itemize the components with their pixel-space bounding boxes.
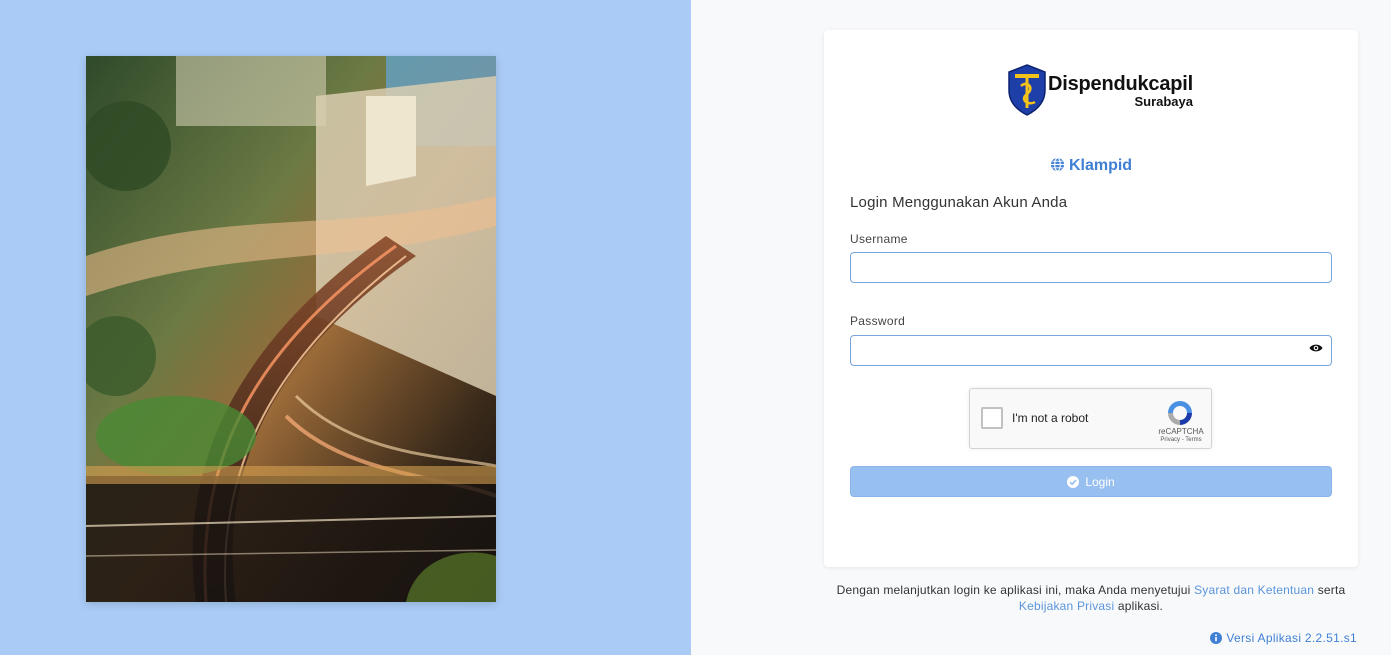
privacy-link[interactable]: Kebijakan Privasi bbox=[1019, 599, 1114, 613]
city-photo bbox=[86, 56, 496, 602]
app-version: Versi Aplikasi 2.2.51.s1 bbox=[1210, 631, 1357, 645]
login-button-label: Login bbox=[1085, 474, 1115, 489]
terms-text-middle: serta bbox=[1317, 583, 1346, 597]
password-label: Password bbox=[850, 314, 906, 328]
city-night-image bbox=[86, 56, 496, 602]
recaptcha-widget: I'm not a robot reCAPTCHA Privacy - Term… bbox=[969, 388, 1212, 449]
login-button[interactable]: Login bbox=[850, 466, 1332, 497]
location-label: Klampid bbox=[824, 157, 1358, 175]
eye-icon[interactable] bbox=[1309, 343, 1323, 353]
terms-link[interactable]: Syarat dan Ketentuan bbox=[1194, 583, 1314, 597]
surabaya-emblem-icon bbox=[1008, 64, 1046, 116]
recaptcha-links[interactable]: Privacy - Terms bbox=[1146, 437, 1216, 443]
brand-logo: Dispendukcapil Surabaya bbox=[1007, 63, 1193, 117]
left-panel bbox=[0, 0, 691, 655]
login-card: Dispendukcapil Surabaya Klampid Login Me… bbox=[824, 30, 1358, 567]
brand-text: Dispendukcapil Surabaya bbox=[1048, 73, 1193, 109]
username-input[interactable] bbox=[850, 252, 1332, 283]
recaptcha-checkbox[interactable] bbox=[981, 407, 1003, 429]
login-heading: Login Menggunakan Akun Anda bbox=[850, 194, 1068, 211]
terms-text-before: Dengan melanjutkan login ke aplikasi ini… bbox=[836, 583, 1191, 597]
globe-icon bbox=[1050, 157, 1064, 172]
recaptcha-label: I'm not a robot bbox=[1012, 411, 1089, 425]
app-version-label: Versi Aplikasi 2.2.51.s1 bbox=[1226, 631, 1357, 645]
password-input[interactable] bbox=[850, 335, 1332, 366]
recaptcha-logo-icon bbox=[1168, 401, 1192, 425]
check-circle-icon bbox=[1067, 475, 1080, 488]
info-icon bbox=[1210, 632, 1223, 644]
username-label: Username bbox=[850, 232, 908, 246]
brand-city: Surabaya bbox=[1134, 94, 1194, 109]
brand-name: Dispendukcapil bbox=[1048, 73, 1194, 95]
terms-notice: Dengan melanjutkan login ke aplikasi ini… bbox=[824, 582, 1358, 614]
location-name: Klampid bbox=[1068, 157, 1133, 174]
terms-text-after: aplikasi. bbox=[1117, 599, 1164, 613]
right-panel: Dispendukcapil Surabaya Klampid Login Me… bbox=[691, 0, 1391, 655]
recaptcha-brand: reCAPTCHA bbox=[1158, 427, 1204, 436]
